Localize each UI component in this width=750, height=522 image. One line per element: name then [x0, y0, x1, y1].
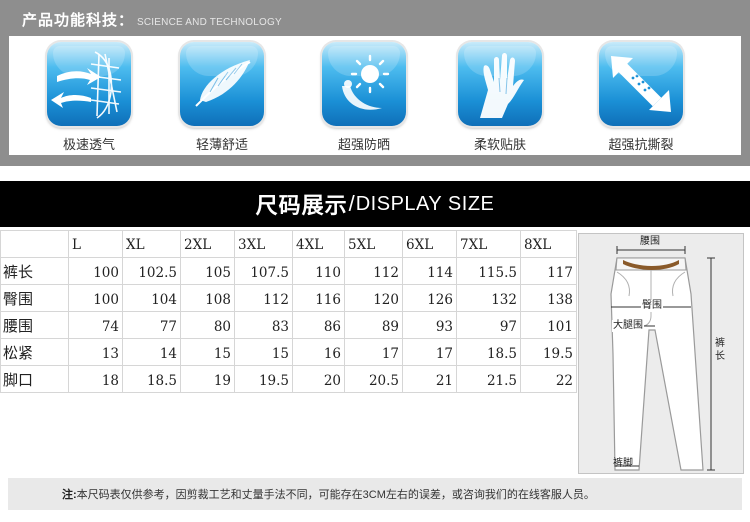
waist-label: 腰围: [640, 236, 660, 247]
table-cell: 74: [68, 311, 123, 339]
feather-icon: [180, 42, 264, 126]
feature-label: 轻薄舒适: [195, 137, 248, 152]
tech-header: 产品功能科技： SCIENCE AND TECHNOLOGY: [22, 9, 282, 33]
table-cell: 19: [180, 365, 235, 393]
table-cell: 138: [520, 284, 577, 312]
tech-subtitle: SCIENCE AND TECHNOLOGY: [137, 17, 282, 28]
size-header-cell: 7XL: [456, 230, 521, 258]
table-cell: 86: [292, 311, 345, 339]
note-text: 本尺码表仅供参考，因剪裁工艺和丈量手法不同，可能存在3CM左右的误差，或咨询我们…: [76, 489, 595, 501]
length-label-1: 裤: [715, 338, 725, 349]
table-row: 裤长 100 102.5 105 107.5 110 112 114 115.5…: [0, 257, 577, 285]
table-cell: 101: [520, 311, 577, 339]
tear-resistant-icon: [599, 42, 683, 126]
header-corner-cell: [0, 230, 69, 258]
feature-label: 柔软贴肤: [473, 137, 526, 152]
table-cell: 100: [68, 257, 123, 285]
feature-label: 超强防晒: [337, 137, 390, 152]
table-cell: 21.5: [456, 365, 521, 393]
table-cell: 15: [180, 338, 235, 366]
table-cell: 107.5: [234, 257, 293, 285]
table-cell: 104: [122, 284, 181, 312]
length-label-2: 长: [715, 351, 725, 362]
table-cell: 18.5: [122, 365, 181, 393]
size-note: 注: 本尺码表仅供参考，因剪裁工艺和丈量手法不同，可能存在3CM左右的误差，或咨…: [8, 478, 742, 510]
size-header-cell: 2XL: [180, 230, 235, 258]
table-row: 脚口 18 18.5 19 19.5 20 20.5 21 21.5 22: [0, 365, 577, 393]
size-header-cell: L: [68, 230, 123, 258]
table-cell: 77: [122, 311, 181, 339]
feature-label: 极速透气: [62, 137, 115, 152]
feature-label: 超强抗撕裂: [608, 137, 674, 152]
sun-protection-icon: [322, 42, 406, 126]
pants-measurement-diagram: 腰围 臀围 大腿围 裤 长 裤脚: [578, 233, 744, 474]
tech-banner: 产品功能科技： SCIENCE AND TECHNOLOGY 极速透气 轻薄舒适…: [0, 0, 750, 166]
table-cell: 83: [234, 311, 293, 339]
table-header-row: L XL 2XL 3XL 4XL 5XL 6XL 7XL 8XL: [0, 230, 577, 258]
breathable-mesh-icon: [47, 42, 131, 126]
table-row: 腰围 74 77 80 83 86 89 93 97 101: [0, 311, 577, 339]
size-header-cell: 6XL: [402, 230, 457, 258]
size-table: L XL 2XL 3XL 4XL 5XL 6XL 7XL 8XL 裤长 100 …: [0, 230, 577, 393]
table-cell: 20.5: [344, 365, 403, 393]
note-label: 注:: [62, 489, 77, 501]
display-size-banner: 尺码展示 / DISPLAY SIZE: [0, 181, 750, 227]
table-cell: 132: [456, 284, 521, 312]
table-cell: 21: [402, 365, 457, 393]
table-cell: 16: [292, 338, 345, 366]
table-cell: 97: [456, 311, 521, 339]
hem-label: 裤脚: [613, 458, 633, 469]
soft-hands-icon: [458, 42, 542, 126]
display-size-separator: /: [348, 191, 355, 216]
table-cell: 22: [520, 365, 577, 393]
row-label: 松紧: [0, 338, 69, 366]
table-cell: 114: [402, 257, 457, 285]
table-cell: 93: [402, 311, 457, 339]
table-cell: 117: [520, 257, 577, 285]
table-cell: 108: [180, 284, 235, 312]
table-cell: 80: [180, 311, 235, 339]
table-row: 松紧 13 14 15 15 16 17 17 18.5 19.5: [0, 338, 577, 366]
row-label: 臀围: [0, 284, 69, 312]
row-label: 脚口: [0, 365, 69, 393]
table-cell: 20: [292, 365, 345, 393]
table-cell: 100: [68, 284, 123, 312]
table-cell: 18.5: [456, 338, 521, 366]
table-cell: 102.5: [122, 257, 181, 285]
table-cell: 120: [344, 284, 403, 312]
tech-title: 产品功能科技：: [22, 12, 135, 29]
table-cell: 89: [344, 311, 403, 339]
table-cell: 110: [292, 257, 345, 285]
table-row: 臀围 100 104 108 112 116 120 126 132 138: [0, 284, 577, 312]
feature-panel: 极速透气 轻薄舒适 超强防晒 柔软贴肤 超强抗撕裂: [9, 36, 741, 155]
table-cell: 17: [344, 338, 403, 366]
hip-label: 臀围: [641, 300, 663, 312]
table-cell: 105: [180, 257, 235, 285]
display-size-title-en: DISPLAY SIZE: [355, 192, 495, 215]
table-cell: 115.5: [456, 257, 521, 285]
table-cell: 112: [234, 284, 293, 312]
size-header-cell: 8XL: [520, 230, 577, 258]
table-cell: 19.5: [520, 338, 577, 366]
table-cell: 13: [68, 338, 123, 366]
size-header-cell: 3XL: [234, 230, 293, 258]
table-cell: 112: [344, 257, 403, 285]
size-header-cell: 5XL: [344, 230, 403, 258]
table-cell: 14: [122, 338, 181, 366]
display-size-title-zh: 尺码展示: [255, 193, 348, 218]
table-cell: 126: [402, 284, 457, 312]
size-header-cell: 4XL: [292, 230, 345, 258]
table-cell: 116: [292, 284, 345, 312]
table-cell: 17: [402, 338, 457, 366]
thigh-label: 大腿围: [612, 320, 644, 332]
size-header-cell: XL: [122, 230, 181, 258]
table-cell: 19.5: [234, 365, 293, 393]
row-label: 裤长: [0, 257, 69, 285]
row-label: 腰围: [0, 311, 69, 339]
table-cell: 18: [68, 365, 123, 393]
table-cell: 15: [234, 338, 293, 366]
